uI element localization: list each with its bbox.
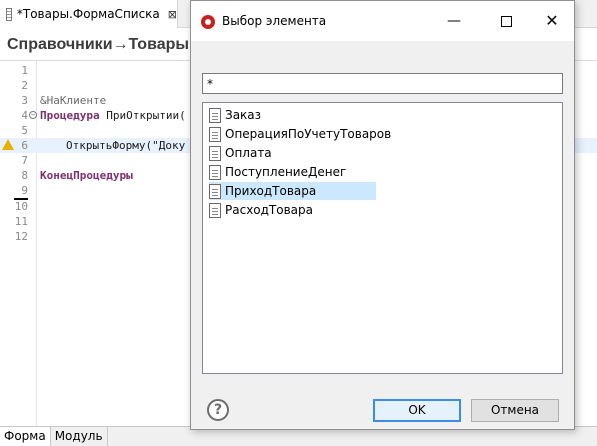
line-number: 6 xyxy=(21,139,28,152)
document-icon xyxy=(6,7,12,21)
line-number: 9 xyxy=(21,184,28,197)
list-item[interactable]: ПоступлениеДенег xyxy=(209,163,346,181)
close-button[interactable]: ✕ xyxy=(539,9,565,33)
maximize-button[interactable] xyxy=(493,9,519,33)
list-item[interactable]: Заказ xyxy=(209,106,261,124)
list-item-selected[interactable]: ПриходТовара xyxy=(209,182,376,200)
select-element-dialog: Выбор элемента — ✕ Заказ ОперацияПоУчету… xyxy=(190,0,575,430)
directive-text: &НаКлиенте xyxy=(40,94,107,107)
document-icon xyxy=(209,107,221,123)
document-icon xyxy=(209,183,221,199)
dialog-titlebar[interactable]: Выбор элемента — ✕ xyxy=(191,1,574,41)
list-item-label: РасходТовара xyxy=(225,203,313,217)
breadcrumb: Справочники→Товары→ xyxy=(7,36,206,53)
document-icon xyxy=(209,164,221,180)
line-number: 3 xyxy=(21,94,28,107)
fold-collapse-icon[interactable]: − xyxy=(29,111,37,119)
document-icon xyxy=(209,126,221,142)
list-item-label: Заказ xyxy=(225,108,262,122)
minimize-button[interactable]: — xyxy=(441,9,467,33)
app-logo-icon xyxy=(201,15,215,29)
list-item-label: Оплата xyxy=(225,146,272,160)
call-statement: ОткрытьФорму("Доку xyxy=(66,139,186,152)
element-list[interactable]: Заказ ОперацияПоУчетуТоваров Оплата Пост… xyxy=(202,102,563,374)
tab-form[interactable]: Форма xyxy=(0,427,51,446)
list-item[interactable]: Оплата xyxy=(209,144,272,162)
line-number: 7 xyxy=(21,154,28,167)
line-number: 10 xyxy=(14,200,28,213)
list-item-label: ОперацияПоУчетуТоваров xyxy=(225,127,392,141)
list-item[interactable]: ОперацияПоУчетуТоваров xyxy=(209,125,391,143)
line-number: 11 xyxy=(14,215,28,228)
list-item-label: ПриходТовара xyxy=(225,184,317,198)
line-number: 12 xyxy=(14,230,28,243)
end-procedure-keyword: КонецПроцедуры xyxy=(40,169,133,182)
editor-tab-form-list[interactable]: *Товары.ФормаСписка ⊠ xyxy=(0,0,178,28)
line-number: 1 xyxy=(21,64,28,77)
procedure-name: ПриОткрытии( xyxy=(106,109,186,122)
warning-icon xyxy=(2,139,14,150)
dialog-title: Выбор элемента xyxy=(222,14,327,28)
ok-button[interactable]: OK xyxy=(373,399,461,422)
cancel-button[interactable]: Отмена xyxy=(471,399,559,422)
line-number: 2 xyxy=(21,79,28,92)
line-number: 8 xyxy=(21,169,28,182)
tab-close-icon[interactable]: ⊠ xyxy=(168,8,177,21)
line-number: 5 xyxy=(21,124,28,137)
document-icon xyxy=(209,202,221,218)
line-number: 4 xyxy=(21,109,28,122)
procedure-keyword: Процедура xyxy=(40,109,100,122)
list-item[interactable]: РасходТовара xyxy=(209,201,313,219)
maximize-icon xyxy=(500,15,512,27)
procedure-declaration: Процедура ПриОткрытии( xyxy=(40,108,186,123)
list-item-label: ПоступлениеДенег xyxy=(225,165,347,179)
document-icon xyxy=(209,145,221,161)
help-button[interactable]: ? xyxy=(207,399,229,421)
tab-module[interactable]: Модуль xyxy=(51,427,108,446)
editor-tab-title: *Товары.ФормаСписка xyxy=(16,7,160,21)
filter-input[interactable] xyxy=(202,73,563,94)
